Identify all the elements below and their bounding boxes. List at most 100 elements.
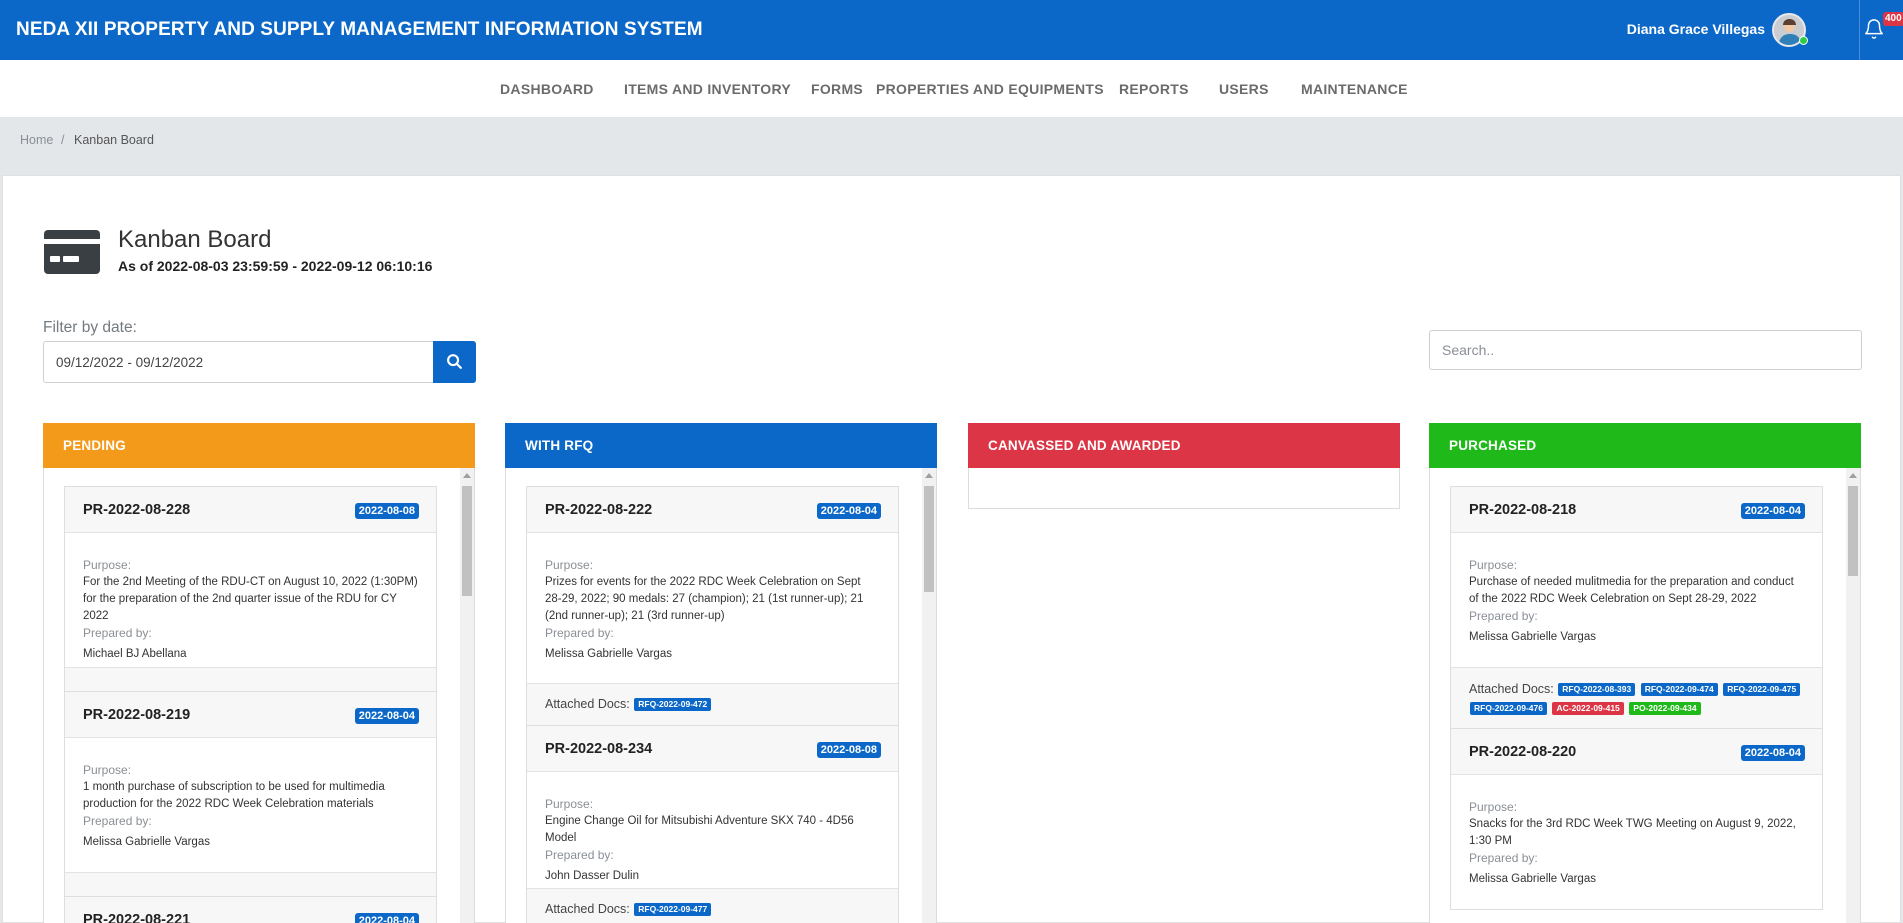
date-badge: 2022-08-08 <box>354 503 419 519</box>
date-badge: 2022-08-04 <box>1740 745 1805 761</box>
search-input[interactable] <box>1429 330 1862 370</box>
page-title: Kanban Board <box>118 226 272 253</box>
date-range-input[interactable] <box>43 341 434 383</box>
column-header-with-rfq: WITH RFQ <box>505 423 937 468</box>
purpose-label: Purpose: <box>545 797 594 812</box>
online-status-indicator <box>1799 36 1808 45</box>
date-badge: 2022-08-04 <box>354 913 419 923</box>
card-id: PR-2022-08-221 <box>83 912 191 923</box>
scroll-up-arrow[interactable] <box>925 473 933 478</box>
card-id: PR-2022-08-228 <box>83 502 191 518</box>
main-nav: DASHBOARD ITEMS AND INVENTORY FORMS PROP… <box>0 60 1903 117</box>
doc-badge[interactable]: RFQ-2022-09-477 <box>634 903 712 917</box>
card-id: PR-2022-08-219 <box>83 707 191 723</box>
kanban-card[interactable]: PR-2022-08-219 2022-08-04 Purpose: 1 mon… <box>64 691 437 897</box>
prepared-by-label: Prepared by: <box>1469 609 1538 623</box>
scroll-up-arrow[interactable] <box>1849 473 1857 478</box>
prepared-by-name: Melissa Gabrielle Vargas <box>83 836 210 848</box>
card-footer: Attached Docs: RFQ-2022-09-477 <box>527 888 898 923</box>
search-button[interactable] <box>433 341 476 383</box>
column-canvassed-and-awarded: CANVASSED AND AWARDED <box>968 423 1400 509</box>
breadcrumb-current: Kanban Board <box>74 133 154 147</box>
filter-label: Filter by date: <box>43 319 137 336</box>
purpose-label: Purpose: <box>83 763 132 777</box>
column-pending: PENDING PR-2022-08-228 2022-08-08 Purpos… <box>43 423 475 923</box>
nav-properties-and-equipments[interactable]: PROPERTIES AND EQUIPMENTS <box>876 81 1104 97</box>
doc-badge[interactable]: PO-2022-09-434 <box>1629 702 1701 716</box>
card-id: PR-2022-08-222 <box>545 502 653 518</box>
nav-reports[interactable]: REPORTS <box>1119 81 1189 97</box>
card-id: PR-2022-08-220 <box>1469 744 1577 760</box>
search-icon <box>447 354 462 369</box>
date-badge: 2022-08-04 <box>354 708 419 724</box>
column-body-purchased: PR-2022-08-218 2022-08-04 Purpose: Purch… <box>1429 468 1861 923</box>
kanban-card[interactable]: PR-2022-08-220 2022-08-04 Purpose: Snack… <box>1450 728 1823 910</box>
attached-docs-label: Attached Docs: <box>545 902 630 917</box>
purpose-text: Purchase of needed mulitmedia for the pr… <box>1469 576 1794 605</box>
nav-users[interactable]: USERS <box>1219 81 1269 97</box>
doc-badge[interactable]: RFQ-2022-09-474 <box>1640 683 1718 697</box>
card-id: PR-2022-08-234 <box>545 741 653 758</box>
date-badge: 2022-08-08 <box>816 742 881 759</box>
main-content: Kanban Board As of 2022-08-03 23:59:59 -… <box>2 175 1901 923</box>
column-header-pending: PENDING <box>43 423 475 468</box>
column-header-purchased: PURCHASED <box>1429 423 1861 468</box>
nav-maintenance[interactable]: MAINTENANCE <box>1301 81 1408 97</box>
credit-card-icon <box>44 230 100 274</box>
prepared-by-name: Melissa Gabrielle Vargas <box>545 648 672 660</box>
purpose-text: 1 month purchase of subscription to be u… <box>83 781 385 810</box>
purpose-label: Purpose: <box>83 558 132 572</box>
user-name[interactable]: Diana Grace Villegas <box>1627 21 1765 37</box>
purpose-label: Purpose: <box>1469 558 1518 572</box>
column-purchased: PURCHASED PR-2022-08-218 2022-08-04 Purp… <box>1429 423 1861 923</box>
card-id: PR-2022-08-218 <box>1469 502 1577 518</box>
column-scrollbar[interactable] <box>460 468 474 923</box>
kanban-card[interactable]: PR-2022-08-218 2022-08-04 Purpose: Purch… <box>1450 486 1823 729</box>
scroll-thumb[interactable] <box>924 486 934 592</box>
purpose-text: Engine Change Oil for Mitsubishi Adventu… <box>545 815 854 845</box>
doc-badge[interactable]: RFQ-2022-08-393 <box>1558 683 1636 697</box>
kanban-card[interactable]: PR-2022-08-234 2022-08-08 Purpose: Engin… <box>526 725 899 923</box>
prepared-by-name: Michael BJ Abellana <box>83 648 187 660</box>
breadcrumb-separator: / <box>61 133 65 147</box>
scroll-up-arrow[interactable] <box>463 473 471 478</box>
column-body-pending: PR-2022-08-228 2022-08-08 Purpose: For t… <box>43 468 475 923</box>
app-title: NEDA XII PROPERTY AND SUPPLY MANAGEMENT … <box>16 19 703 40</box>
purpose-text: Prizes for events for the 2022 RDC Week … <box>545 576 864 622</box>
card-footer <box>65 872 436 896</box>
prepared-by-name: Melissa Gabrielle Vargas <box>1469 631 1596 643</box>
prepared-by-label: Prepared by: <box>1469 851 1538 865</box>
doc-badge[interactable]: RFQ-2022-09-476 <box>1470 702 1547 716</box>
card-footer: Attached Docs: RFQ-2022-09-472 <box>527 683 898 726</box>
notification-count-badge[interactable]: 400 <box>1883 12 1903 26</box>
doc-badge[interactable]: AC-2022-09-415 <box>1552 702 1624 716</box>
doc-badge[interactable]: RFQ-2022-09-472 <box>634 698 712 712</box>
nav-dashboard[interactable]: DASHBOARD <box>500 81 594 97</box>
breadcrumb: Home / Kanban Board <box>0 117 1903 164</box>
prepared-by-label: Prepared by: <box>83 626 152 640</box>
column-header-canvassed: CANVASSED AND AWARDED <box>968 423 1400 468</box>
column-body-canvassed <box>968 468 1400 509</box>
kanban-card[interactable]: PR-2022-08-221 2022-08-04 <box>64 896 437 923</box>
attached-docs-label: Attached Docs: <box>545 697 630 711</box>
date-badge: 2022-08-04 <box>816 503 881 519</box>
scroll-thumb[interactable] <box>462 486 472 596</box>
doc-badge[interactable]: RFQ-2022-09-475 <box>1723 683 1801 697</box>
date-badge: 2022-08-04 <box>1740 503 1805 519</box>
page-subtitle: As of 2022-08-03 23:59:59 - 2022-09-12 0… <box>118 258 433 274</box>
prepared-by-name: John Dasser Dulin <box>545 870 639 883</box>
column-scrollbar[interactable] <box>1846 468 1860 923</box>
kanban-card[interactable]: PR-2022-08-228 2022-08-08 Purpose: For t… <box>64 486 437 692</box>
nav-forms[interactable]: FORMS <box>811 81 863 97</box>
breadcrumb-home[interactable]: Home <box>20 133 53 147</box>
purpose-label: Purpose: <box>1469 800 1518 814</box>
column-scrollbar[interactable] <box>922 468 936 923</box>
prepared-by-name: Melissa Gabrielle Vargas <box>1469 873 1596 885</box>
purpose-text: For the 2nd Meeting of the RDU-CT on Aug… <box>83 576 418 622</box>
bell-icon[interactable] <box>1863 18 1885 40</box>
prepared-by-label: Prepared by: <box>545 848 614 863</box>
kanban-card[interactable]: PR-2022-08-222 2022-08-04 Purpose: Prize… <box>526 486 899 727</box>
scroll-thumb[interactable] <box>1848 486 1858 576</box>
prepared-by-label: Prepared by: <box>83 814 152 828</box>
nav-items-and-inventory[interactable]: ITEMS AND INVENTORY <box>624 81 791 97</box>
